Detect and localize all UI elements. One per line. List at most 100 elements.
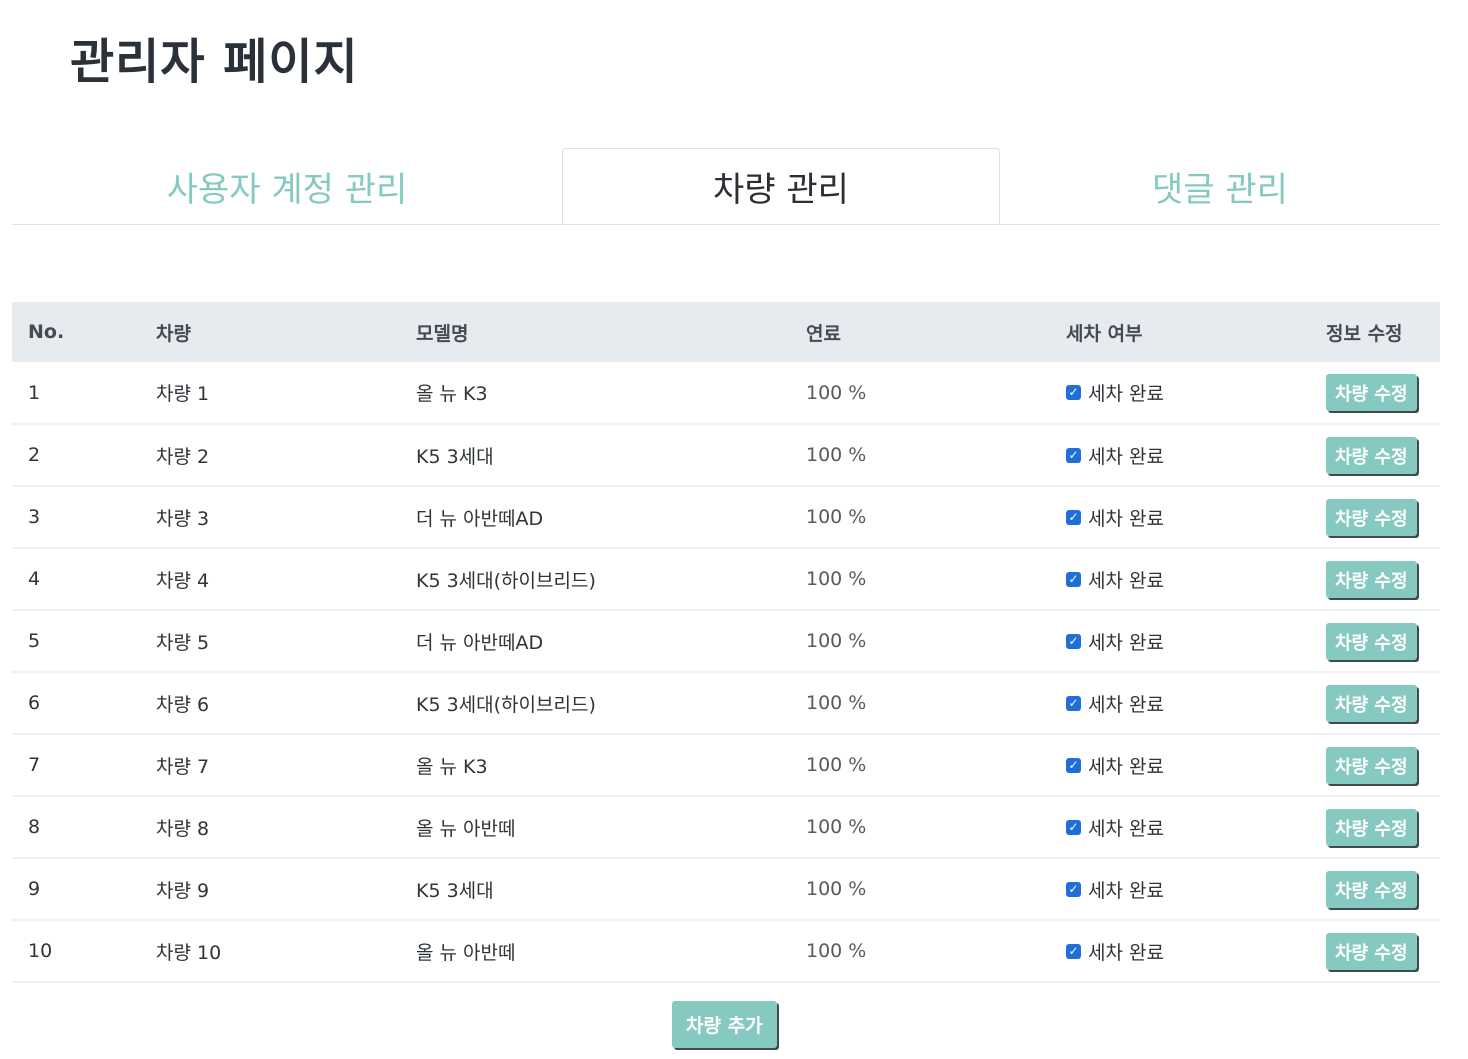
add-vehicle-button[interactable]: 차량 추가 (672, 1001, 777, 1048)
cell-model: 올 뉴 K3 (416, 755, 488, 778)
cell-no: 5 (28, 630, 41, 652)
edit-vehicle-button[interactable]: 차량 수정 (1326, 560, 1417, 598)
cell-model: K5 3세대(하이브리드) (416, 693, 596, 716)
cell-edit: 차량 수정 (1310, 548, 1440, 610)
wash-label: 세차 완료 (1088, 631, 1164, 654)
vehicle-table-container: No. 차량 모델명 연료 세차 여부 정보 수정 1 차량 1 올 뉴 K3 100… (12, 302, 1440, 983)
cell-car: 차량 6 (156, 693, 210, 716)
cell-edit: 차량 수정 (1310, 610, 1440, 672)
cell-car: 차량 4 (156, 569, 210, 592)
wash-status: ✓ 세차 완료 (1066, 752, 1164, 779)
wash-label: 세차 완료 (1088, 507, 1164, 530)
table-row: 5 차량 5 더 뉴 아반떼AD 100 % ✓ 세차 완료 차량 수정 (12, 610, 1440, 672)
table-row: 6 차량 6 K5 3세대(하이브리드) 100 % ✓ 세차 완료 차량 수정 (12, 672, 1440, 734)
wash-status: ✓ 세차 완료 (1066, 379, 1164, 406)
cell-car: 차량 1 (156, 383, 210, 405)
wash-status: ✓ 세차 완료 (1066, 504, 1164, 531)
edit-vehicle-button[interactable]: 차량 수정 (1326, 746, 1417, 784)
cell-fuel: 100 % (806, 381, 867, 404)
tab-comments[interactable]: 댓글 관리 (1000, 148, 1440, 224)
cell-model: 올 뉴 K3 (416, 383, 488, 405)
cell-edit: 차량 수정 (1310, 672, 1440, 734)
table-row: 1 차량 1 올 뉴 K3 100 % ✓ 세차 완료 차량 수정 (12, 362, 1440, 424)
wash-checkbox[interactable]: ✓ (1066, 695, 1081, 711)
wash-checkbox[interactable]: ✓ (1066, 509, 1081, 525)
header-edit: 정보 수정 (1326, 322, 1403, 345)
cell-model: 더 뉴 아반떼AD (416, 631, 544, 654)
cell-fuel: 100 % (806, 692, 867, 714)
header-car: 차량 (156, 322, 191, 345)
cell-wash: ✓ 세차 완료 (1050, 734, 1310, 796)
cell-fuel: 100 % (806, 444, 867, 466)
cell-wash: ✓ 세차 완료 (1050, 796, 1310, 858)
table-row: 7 차량 7 올 뉴 K3 100 % ✓ 세차 완료 차량 수정 (12, 734, 1440, 796)
cell-no: 10 (28, 940, 53, 962)
cell-edit: 차량 수정 (1310, 796, 1440, 858)
table-row: 10 차량 10 올 뉴 아반떼 100 % ✓ 세차 완료 차량 수정 (12, 920, 1440, 982)
header-fuel: 연료 (806, 322, 841, 345)
cell-car: 차량 8 (156, 817, 210, 840)
wash-label: 세차 완료 (1088, 817, 1164, 840)
wash-checkbox[interactable]: ✓ (1066, 447, 1081, 463)
header-wash: 세차 여부 (1066, 322, 1143, 345)
cell-model: 올 뉴 아반떼 (416, 941, 516, 964)
cell-car: 차량 5 (156, 631, 210, 654)
header-model: 모델명 (416, 322, 469, 345)
cell-edit: 차량 수정 (1310, 920, 1440, 982)
tab-vehicles[interactable]: 차량 관리 (562, 148, 1000, 224)
edit-vehicle-button[interactable]: 차량 수정 (1326, 932, 1417, 970)
cell-fuel: 100 % (806, 816, 867, 838)
wash-status: ✓ 세차 완료 (1066, 814, 1164, 841)
cell-no: 8 (28, 816, 41, 838)
wash-status: ✓ 세차 완료 (1066, 938, 1164, 965)
cell-fuel: 100 % (806, 630, 867, 652)
cell-no: 6 (28, 692, 41, 714)
wash-checkbox[interactable]: ✓ (1066, 881, 1081, 897)
cell-wash: ✓ 세차 완료 (1050, 548, 1310, 610)
wash-label: 세차 완료 (1088, 879, 1164, 902)
wash-status: ✓ 세차 완료 (1066, 442, 1164, 469)
wash-status: ✓ 세차 완료 (1066, 690, 1164, 717)
edit-vehicle-button[interactable]: 차량 수정 (1326, 436, 1417, 474)
cell-no: 9 (28, 878, 41, 900)
tab-bar: 사용자 계정 관리 차량 관리 댓글 관리 (12, 148, 1440, 225)
wash-checkbox[interactable]: ✓ (1066, 943, 1081, 959)
cell-no: 2 (28, 444, 41, 466)
vehicle-table: No. 차량 모델명 연료 세차 여부 정보 수정 1 차량 1 올 뉴 K3 100… (12, 302, 1440, 983)
wash-checkbox[interactable]: ✓ (1066, 633, 1081, 649)
cell-model: 올 뉴 아반떼 (416, 817, 516, 840)
cell-fuel: 100 % (806, 568, 867, 590)
table-row: 3 차량 3 더 뉴 아반떼AD 100 % ✓ 세차 완료 차량 수정 (12, 486, 1440, 548)
cell-wash: ✓ 세차 완료 (1050, 858, 1310, 920)
cell-car: 차량 3 (156, 507, 210, 530)
table-row: 2 차량 2 K5 3세대 100 % ✓ 세차 완료 차량 수정 (12, 424, 1440, 486)
cell-edit: 차량 수정 (1310, 734, 1440, 796)
wash-label: 세차 완료 (1088, 569, 1164, 592)
edit-vehicle-button[interactable]: 차량 수정 (1326, 622, 1417, 660)
cell-wash: ✓ 세차 완료 (1050, 672, 1310, 734)
edit-vehicle-button[interactable]: 차량 수정 (1326, 374, 1417, 411)
cell-wash: ✓ 세차 완료 (1050, 362, 1310, 424)
cell-wash: ✓ 세차 완료 (1050, 610, 1310, 672)
wash-label: 세차 완료 (1088, 445, 1164, 468)
cell-edit: 차량 수정 (1310, 362, 1440, 424)
cell-fuel: 100 % (806, 754, 867, 776)
edit-vehicle-button[interactable]: 차량 수정 (1326, 498, 1417, 536)
cell-model: K5 3세대(하이브리드) (416, 569, 596, 592)
edit-vehicle-button[interactable]: 차량 수정 (1326, 684, 1417, 722)
wash-checkbox[interactable]: ✓ (1066, 757, 1081, 773)
tab-user-accounts[interactable]: 사용자 계정 관리 (12, 148, 562, 224)
edit-vehicle-button[interactable]: 차량 수정 (1326, 870, 1417, 908)
wash-checkbox[interactable]: ✓ (1066, 385, 1081, 400)
cell-wash: ✓ 세차 완료 (1050, 920, 1310, 982)
cell-no: 4 (28, 568, 41, 590)
table-row: 9 차량 9 K5 3세대 100 % ✓ 세차 완료 차량 수정 (12, 858, 1440, 920)
wash-checkbox[interactable]: ✓ (1066, 819, 1081, 835)
edit-vehicle-button[interactable]: 차량 수정 (1326, 808, 1417, 846)
cell-no: 7 (28, 754, 41, 776)
cell-car: 차량 2 (156, 445, 210, 468)
cell-model: 더 뉴 아반떼AD (416, 507, 544, 530)
cell-no: 3 (28, 506, 41, 528)
cell-fuel: 100 % (806, 878, 867, 900)
wash-checkbox[interactable]: ✓ (1066, 571, 1081, 587)
